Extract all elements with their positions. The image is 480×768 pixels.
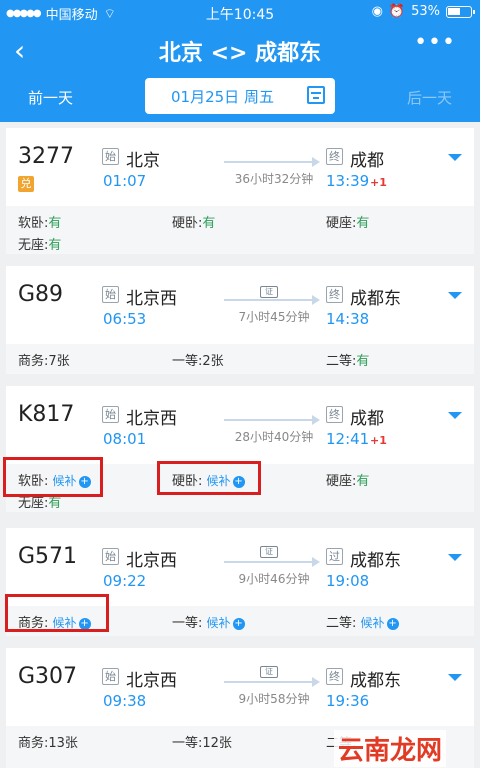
seat-standing: 无座:有 xyxy=(18,238,62,253)
current-date: 01月25日 周五 xyxy=(171,88,274,106)
arrival-time: 14:38 xyxy=(326,310,370,328)
battery-icon xyxy=(446,5,475,18)
chevron-down-icon[interactable] xyxy=(448,292,462,299)
seat-business: 商务:7张 xyxy=(18,354,70,369)
arrival-station: 成都东 xyxy=(350,551,401,571)
arrival-station: 成都 xyxy=(350,409,384,429)
duration: 36小时32分钟 xyxy=(234,172,314,186)
seat-business: 商务:13张 xyxy=(18,736,78,751)
date-bar: 前一天 01月25日 周五 后一天 xyxy=(0,78,480,116)
seat-first-class: 一等:2张 xyxy=(172,354,224,369)
arrow-icon xyxy=(224,295,320,305)
terminal-tag: 终 xyxy=(326,148,343,165)
watermark-logo: 云南龙网 xyxy=(333,730,446,767)
departure-time: 09:22 xyxy=(103,572,147,590)
train-number: K817 xyxy=(18,402,75,427)
departure-station: 北京 xyxy=(126,151,160,171)
departure-station: 北京西 xyxy=(126,289,177,309)
app-header: ●●●●● 中国移动 ⌔ 上午10:45 ◉ ⏰ 53% ‹ 北京 <> 成都东… xyxy=(0,0,480,122)
train-number: G307 xyxy=(18,664,78,689)
id-card-icon: 证 xyxy=(260,666,278,678)
duration: 9小时46分钟 xyxy=(238,572,310,586)
status-bar: ●●●●● 中国移动 ⌔ 上午10:45 ◉ ⏰ 53% xyxy=(0,0,480,24)
departure-station: 北京西 xyxy=(126,409,177,429)
prev-day-button[interactable]: 前一天 xyxy=(28,87,73,108)
next-day-marker: +1 xyxy=(370,176,387,189)
arrival-station: 成都 xyxy=(350,151,384,171)
exchange-badge: 兑 xyxy=(18,176,34,192)
page-title: 北京 <> 成都东 xyxy=(158,41,322,66)
seat-hard-sleeper: 硬卧:有 xyxy=(172,216,216,231)
arrival-time: 13:39 xyxy=(326,172,370,190)
seat-second-class: 二等:有 xyxy=(326,354,370,369)
nav-bar: ‹ 北京 <> 成都东 ••• xyxy=(0,28,480,72)
seat-first-class: 一等:12张 xyxy=(172,736,232,751)
lock-rotation-icon: ◉ xyxy=(371,4,383,19)
departure-time: 06:53 xyxy=(103,310,147,328)
seat-hard-seat: 硬座:有 xyxy=(326,216,370,231)
train-number: G89 xyxy=(18,282,64,307)
alarm-icon: ⏰ xyxy=(388,4,406,19)
arrival-time: 19:08 xyxy=(326,572,370,590)
train-card[interactable]: G89 始 北京西 06:53 证 7小时45分钟 终 成都东 14:38 商务… xyxy=(6,266,474,374)
add-icon: + xyxy=(386,617,399,630)
next-day-marker: +1 xyxy=(370,434,387,447)
battery-percent: 53% xyxy=(411,4,440,19)
duration: 9小时58分钟 xyxy=(238,692,310,706)
highlight-box xyxy=(3,457,103,497)
seat-soft-sleeper: 软卧:有 xyxy=(18,216,62,231)
duration: 28小时40分钟 xyxy=(234,430,314,444)
chevron-down-icon[interactable] xyxy=(448,412,462,419)
chevron-down-icon[interactable] xyxy=(448,674,462,681)
departure-time: 08:01 xyxy=(103,430,147,448)
terminal-tag: 终 xyxy=(326,406,343,423)
departure-station: 北京西 xyxy=(126,671,177,691)
terminal-tag: 终 xyxy=(326,286,343,303)
arrow-icon xyxy=(224,677,320,687)
arrow-icon xyxy=(224,157,320,167)
arrow-icon xyxy=(224,415,320,425)
arrow-icon xyxy=(224,557,320,567)
chevron-down-icon[interactable] xyxy=(448,154,462,161)
seat-second-class[interactable]: 二等: 候补 + xyxy=(326,612,399,631)
origin-tag: 始 xyxy=(102,548,119,565)
chevron-down-icon[interactable] xyxy=(448,554,462,561)
arrival-time: 19:36 xyxy=(326,692,370,710)
date-picker[interactable]: 01月25日 周五 xyxy=(145,78,335,114)
terminal-tag: 终 xyxy=(326,668,343,685)
arrival-station: 成都东 xyxy=(350,671,401,691)
id-card-icon: 证 xyxy=(260,546,278,558)
duration: 7小时45分钟 xyxy=(238,310,310,324)
train-number: G571 xyxy=(18,544,78,569)
pass-through-tag: 过 xyxy=(326,548,343,565)
departure-time: 09:38 xyxy=(103,692,147,710)
next-day-button[interactable]: 后一天 xyxy=(407,87,452,108)
highlight-box xyxy=(5,594,109,632)
highlight-box xyxy=(157,461,261,495)
train-card[interactable]: 3277 兑 始 北京 01:07 36小时32分钟 终 成都 13:39 +1… xyxy=(6,128,474,254)
train-number: 3277 xyxy=(18,144,74,169)
arrival-time: 12:41 xyxy=(326,430,370,448)
arrival-station: 成都东 xyxy=(350,289,401,309)
seat-first-class[interactable]: 一等: 候补 + xyxy=(172,612,245,631)
origin-tag: 始 xyxy=(102,668,119,685)
origin-tag: 始 xyxy=(102,148,119,165)
departure-station: 北京西 xyxy=(126,551,177,571)
origin-tag: 始 xyxy=(102,286,119,303)
calendar-icon xyxy=(307,86,325,104)
seat-hard-seat: 硬座:有 xyxy=(326,474,370,489)
add-icon: + xyxy=(232,617,245,630)
more-icon[interactable]: ••• xyxy=(414,30,456,55)
departure-time: 01:07 xyxy=(103,172,147,190)
origin-tag: 始 xyxy=(102,406,119,423)
